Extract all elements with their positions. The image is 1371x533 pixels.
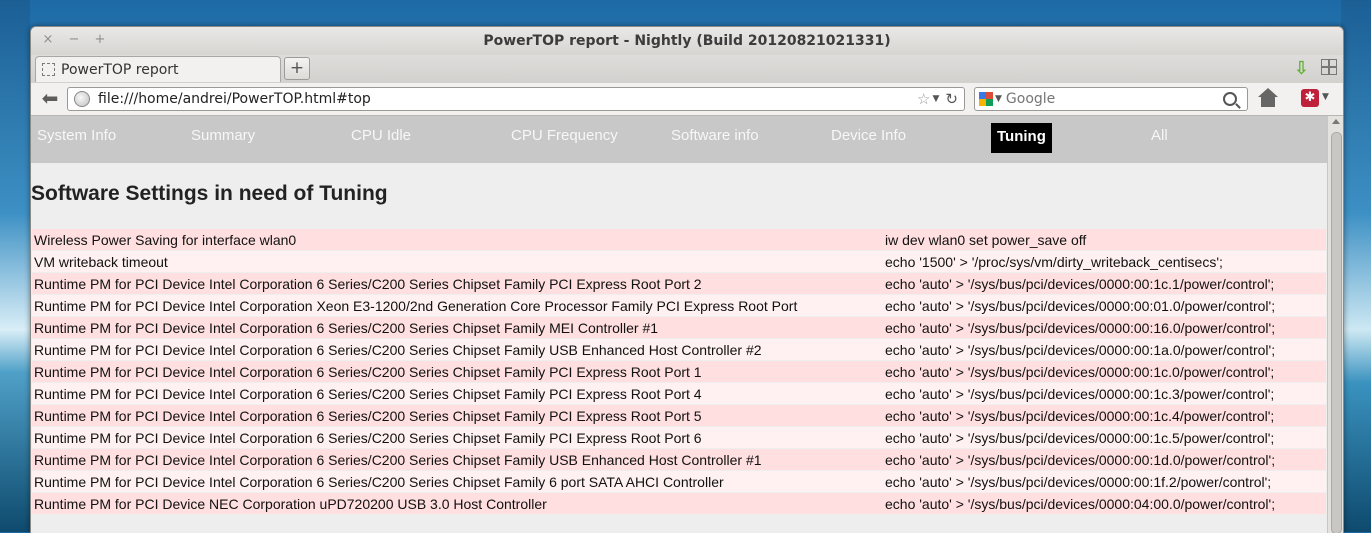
tuning-command: echo 'auto' > '/sys/bus/pci/devices/0000… bbox=[883, 471, 1326, 492]
table-row: Runtime PM for PCI Device NEC Corporatio… bbox=[32, 493, 1326, 514]
tab-label: PowerTOP report bbox=[61, 61, 179, 78]
search-engine-dropdown-icon[interactable]: ▼ bbox=[995, 94, 1002, 104]
tuning-command: echo 'auto' > '/sys/bus/pci/devices/0000… bbox=[883, 405, 1326, 426]
tuning-command: echo 'auto' > '/sys/bus/pci/devices/0000… bbox=[883, 449, 1326, 470]
table-row: Runtime PM for PCI Device Intel Corporat… bbox=[32, 427, 1326, 448]
bookmark-star-icon[interactable]: ☆ bbox=[917, 90, 930, 108]
tuning-description: Runtime PM for PCI Device Intel Corporat… bbox=[32, 471, 883, 492]
tuning-description: Runtime PM for PCI Device Intel Corporat… bbox=[32, 295, 883, 316]
addon-dropdown-icon[interactable]: ▼ bbox=[1322, 92, 1329, 102]
table-row: Wireless Power Saving for interface wlan… bbox=[32, 229, 1326, 250]
browser-window: × − + PowerTOP report - Nightly (Build 2… bbox=[30, 26, 1344, 533]
tuning-command: echo 'auto' > '/sys/bus/pci/devices/0000… bbox=[883, 427, 1326, 448]
nav-tuning[interactable]: Tuning bbox=[991, 123, 1052, 153]
download-icon[interactable]: ⇩ bbox=[1294, 58, 1309, 79]
blank-page-icon bbox=[42, 63, 55, 76]
tuning-command: echo '1500' > '/proc/sys/vm/dirty_writeb… bbox=[883, 251, 1326, 272]
table-row: Runtime PM for PCI Device Intel Corporat… bbox=[32, 317, 1326, 338]
search-bar[interactable]: ▼ bbox=[974, 87, 1248, 111]
url-bar[interactable]: file:///home/andrei/PowerTOP.html#top ☆ … bbox=[67, 87, 965, 111]
table-row: Runtime PM for PCI Device Intel Corporat… bbox=[32, 383, 1326, 404]
scrollbar-thumb[interactable] bbox=[1331, 132, 1342, 533]
tuning-command: echo 'auto' > '/sys/bus/pci/devices/0000… bbox=[883, 317, 1326, 338]
back-arrow-icon: ⬅ bbox=[41, 86, 59, 110]
tab-powertop-report[interactable]: PowerTOP report bbox=[35, 56, 281, 82]
desktop-wallpaper-left bbox=[0, 0, 30, 532]
tuning-description: Wireless Power Saving for interface wlan… bbox=[32, 229, 883, 250]
tuning-command: echo 'auto' > '/sys/bus/pci/devices/0000… bbox=[883, 383, 1326, 404]
search-icon[interactable] bbox=[1223, 92, 1237, 106]
tab-groups-icon[interactable] bbox=[1321, 59, 1337, 75]
navigation-toolbar: ⬅ file:///home/andrei/PowerTOP.html#top … bbox=[31, 83, 1343, 116]
tuning-description: Runtime PM for PCI Device Intel Corporat… bbox=[32, 339, 883, 360]
nav-cpu-frequency[interactable]: CPU Frequency bbox=[505, 126, 624, 156]
back-button[interactable]: ⬅ bbox=[37, 86, 63, 110]
table-row: Runtime PM for PCI Device Intel Corporat… bbox=[32, 405, 1326, 426]
tuning-command: echo 'auto' > '/sys/bus/pci/devices/0000… bbox=[883, 273, 1326, 294]
home-button[interactable] bbox=[1257, 88, 1279, 108]
maximize-window-icon[interactable]: + bbox=[93, 32, 107, 47]
nav-all[interactable]: All bbox=[1145, 126, 1174, 156]
tuning-command: iw dev wlan0 set power_save off bbox=[883, 229, 1326, 250]
report-nav: System Info Summary CPU Idle CPU Frequen… bbox=[31, 116, 1327, 163]
tuning-command: echo 'auto' > '/sys/bus/pci/devices/0000… bbox=[883, 361, 1326, 382]
tuning-table: Wireless Power Saving for interface wlan… bbox=[32, 228, 1326, 515]
tuning-description: Runtime PM for PCI Device Intel Corporat… bbox=[32, 273, 883, 294]
tab-bar: PowerTOP report + ⇩ bbox=[31, 55, 1343, 83]
reload-icon[interactable]: ↻ bbox=[945, 90, 958, 108]
nav-system-info[interactable]: System Info bbox=[31, 126, 122, 156]
table-row: Runtime PM for PCI Device Intel Corporat… bbox=[32, 339, 1326, 360]
tuning-command: echo 'auto' > '/sys/bus/pci/devices/0000… bbox=[883, 339, 1326, 360]
tuning-description: Runtime PM for PCI Device Intel Corporat… bbox=[32, 361, 883, 382]
section-title: Software Settings in need of Tuning bbox=[31, 182, 388, 205]
close-window-icon[interactable]: × bbox=[41, 32, 55, 47]
history-dropdown-icon[interactable]: ▼ bbox=[933, 94, 940, 104]
tuning-description: Runtime PM for PCI Device Intel Corporat… bbox=[32, 449, 883, 470]
table-row: Runtime PM for PCI Device Intel Corporat… bbox=[32, 273, 1326, 294]
page-content: System Info Summary CPU Idle CPU Frequen… bbox=[31, 116, 1327, 533]
window-title: PowerTOP report - Nightly (Build 2012082… bbox=[483, 33, 891, 49]
tuning-command: echo 'auto' > '/sys/bus/pci/devices/0000… bbox=[883, 295, 1326, 316]
tuning-description: Runtime PM for PCI Device Intel Corporat… bbox=[32, 383, 883, 404]
table-row: Runtime PM for PCI Device Intel Corporat… bbox=[32, 449, 1326, 470]
nav-summary[interactable]: Summary bbox=[185, 126, 261, 156]
tuning-command: echo 'auto' > '/sys/bus/pci/devices/0000… bbox=[883, 493, 1326, 514]
home-icon bbox=[1258, 88, 1278, 97]
nav-software-info[interactable]: Software info bbox=[665, 126, 765, 156]
google-icon[interactable] bbox=[979, 92, 993, 106]
tuning-description: Runtime PM for PCI Device Intel Corporat… bbox=[32, 317, 883, 338]
nav-device-info[interactable]: Device Info bbox=[825, 126, 912, 156]
table-row: Runtime PM for PCI Device Intel Corporat… bbox=[32, 471, 1326, 492]
new-tab-button[interactable]: + bbox=[284, 57, 310, 80]
tuning-description: Runtime PM for PCI Device NEC Corporatio… bbox=[32, 493, 883, 514]
table-row: VM writeback timeout echo '1500' > '/proc… bbox=[32, 251, 1326, 272]
table-row: Runtime PM for PCI Device Intel Corporat… bbox=[32, 361, 1326, 382]
search-input[interactable] bbox=[1005, 91, 1223, 107]
nav-cpu-idle[interactable]: CPU Idle bbox=[345, 126, 417, 156]
title-bar: × − + PowerTOP report - Nightly (Build 2… bbox=[31, 27, 1343, 55]
scroll-up-arrow-icon[interactable] bbox=[1332, 119, 1340, 124]
vertical-scrollbar[interactable] bbox=[1327, 116, 1343, 533]
desktop-wallpaper-right bbox=[1341, 0, 1371, 532]
addon-icon[interactable]: ✱ bbox=[1301, 89, 1319, 107]
url-text[interactable]: file:///home/andrei/PowerTOP.html#top bbox=[98, 91, 917, 107]
tuning-description: Runtime PM for PCI Device Intel Corporat… bbox=[32, 405, 883, 426]
tuning-description: Runtime PM for PCI Device Intel Corporat… bbox=[32, 427, 883, 448]
tuning-description: VM writeback timeout bbox=[32, 251, 883, 272]
table-row: Runtime PM for PCI Device Intel Corporat… bbox=[32, 295, 1326, 316]
minimize-window-icon[interactable]: − bbox=[67, 32, 81, 47]
globe-icon[interactable] bbox=[74, 91, 90, 107]
